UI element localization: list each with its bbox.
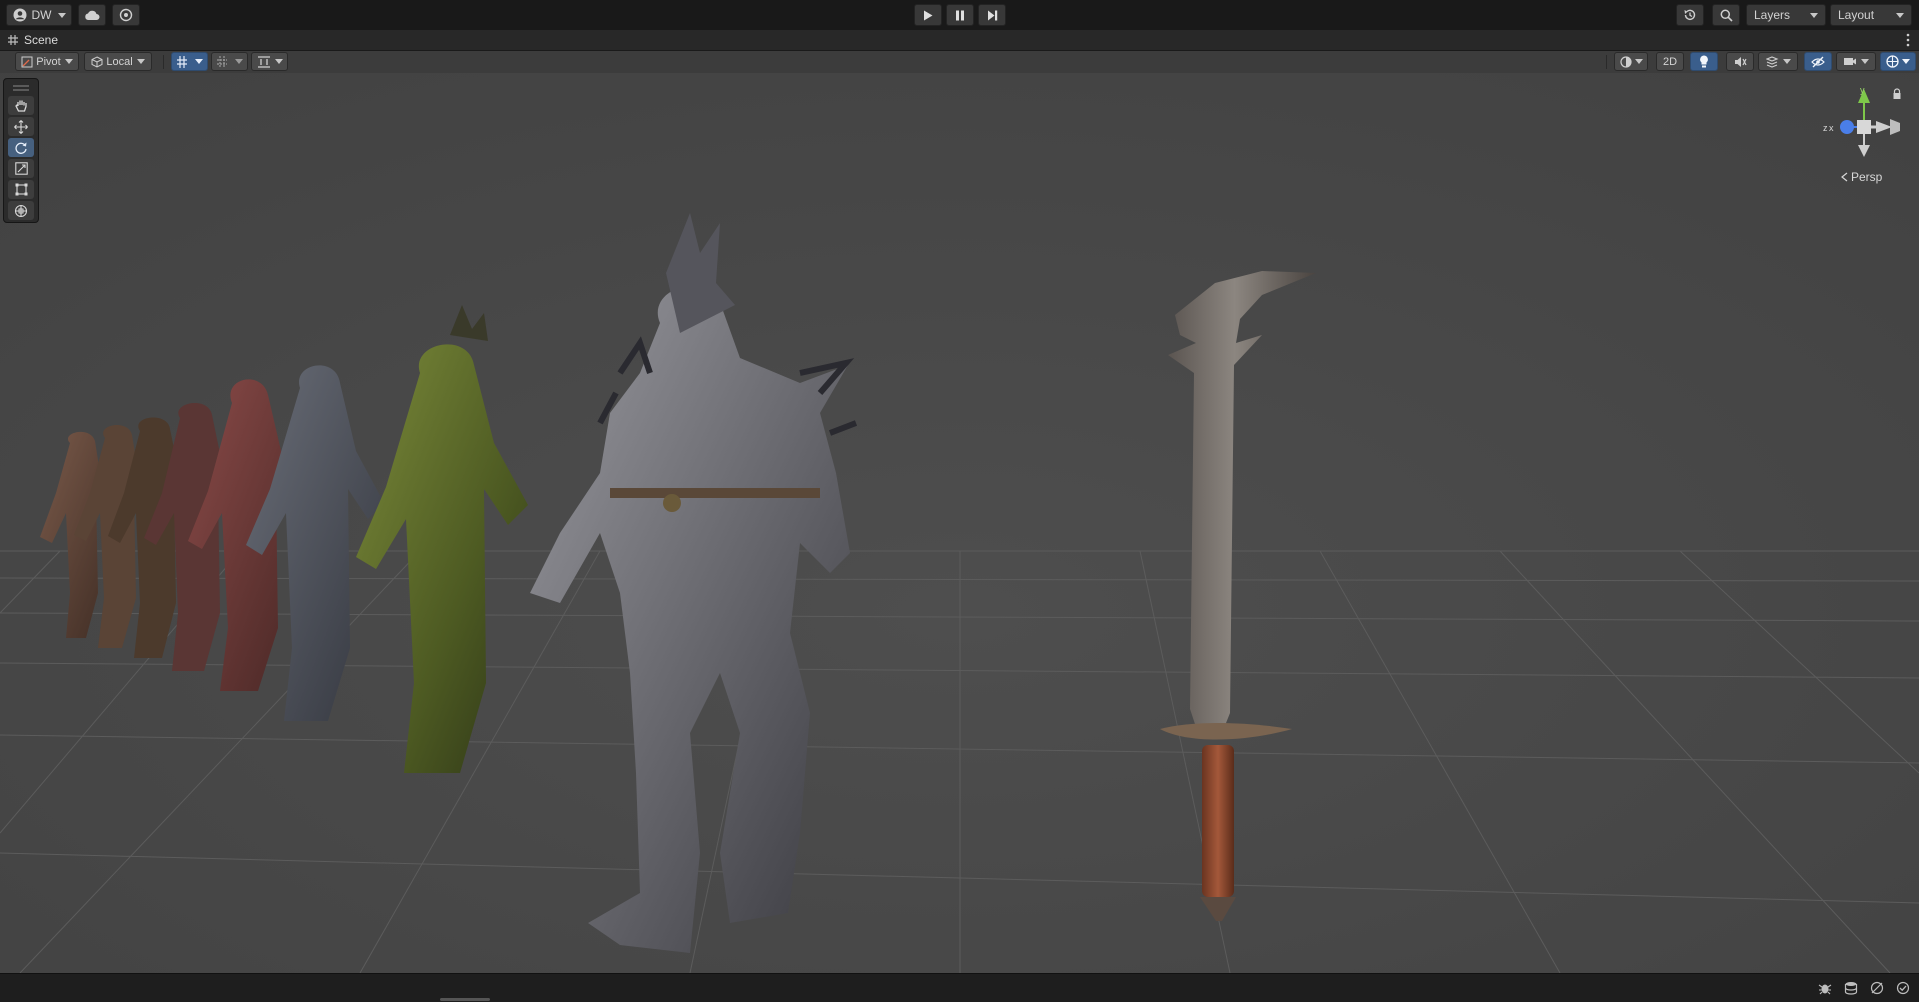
chevron-down-icon [1782,59,1791,64]
hand-tool-button[interactable] [8,96,34,115]
gizmos-dropdown[interactable] [1880,52,1916,71]
search-icon [1720,9,1733,22]
chevron-down-icon [274,59,283,64]
account-icon [13,8,26,22]
move-tool-icon [14,119,28,134]
axis-z-label: z [1823,123,1828,133]
mode-2d-label: 2D [1662,55,1678,68]
chevron-down-icon [234,59,243,64]
kebab-menu-icon[interactable] [1905,32,1911,48]
layout-dropdown[interactable]: Layout [1830,4,1912,26]
chevron-down-icon [1902,59,1910,64]
rect-tool-button[interactable] [8,180,34,199]
move-tool-button[interactable] [8,117,34,136]
chevron-down-icon [64,59,73,64]
mode-2d-button[interactable]: 2D [1656,52,1684,71]
layout-label: Layout [1838,8,1875,22]
chevron-down-icon [1810,12,1818,18]
chevron-down-icon [57,12,66,18]
collab-button[interactable] [112,4,140,26]
pivot-label: Pivot [36,55,61,68]
projection-toggle[interactable]: Persp [1840,170,1882,184]
chevron-down-icon [136,59,145,64]
search-button[interactable] [1712,4,1740,26]
tab-scene[interactable]: Scene [0,30,68,50]
layers-dropdown[interactable]: Layers [1746,4,1826,26]
camera-dropdown[interactable] [1836,52,1876,71]
tab-bar: Scene [0,30,1919,51]
hand-tool-icon [14,100,27,112]
gizmo-globe-icon [1886,55,1899,68]
play-icon [924,10,933,20]
pause-button[interactable] [946,4,974,26]
scene-toolbar: Pivot Local 2D [0,51,1919,74]
drag-handle-icon[interactable] [13,85,29,91]
axis-x-label: x [1829,123,1834,133]
account-dropdown[interactable]: DW [6,4,72,26]
history-button[interactable] [1676,4,1704,26]
grid-snap-icon [176,55,187,68]
scale-tool-icon [14,162,28,175]
database-icon[interactable] [1844,981,1858,995]
shading-mode-dropdown[interactable] [1614,52,1648,71]
tab-scene-label: Scene [24,33,59,47]
transform-tool-icon [14,204,28,217]
rotate-tool-icon [15,142,27,154]
play-button[interactable] [914,4,942,26]
chevron-down-icon [1861,59,1869,64]
chevron-down-icon [1896,12,1904,18]
scene-visibility-button[interactable] [1804,52,1832,71]
pivot-dropdown[interactable]: Pivot [15,52,79,71]
history-icon [1684,9,1696,21]
tools-overlay [3,78,39,223]
account-label: DW [31,8,52,22]
rect-tool-icon [15,183,27,196]
speaker-icon [1734,56,1747,67]
check-circle-icon[interactable] [1896,981,1910,995]
pivot-icon [21,56,33,67]
eye-slash-icon [1811,56,1825,67]
scale-tool-button[interactable] [8,159,34,178]
chevron-down-icon [194,59,203,64]
local-label: Local [106,55,133,68]
rotate-tool-button[interactable] [8,138,34,157]
step-button[interactable] [978,4,1006,26]
grid-toggle-button[interactable] [171,52,208,71]
local-cube-icon [91,55,103,68]
lightbulb-icon [1700,55,1708,68]
network-icon[interactable] [1870,981,1884,995]
lighting-toggle-button[interactable] [1690,52,1718,71]
grid-icon [8,35,18,45]
transform-tool-button[interactable] [8,201,34,220]
effects-dropdown[interactable] [1758,52,1798,71]
step-icon [987,10,997,20]
align-button[interactable] [251,52,288,71]
chevron-down-icon [1634,59,1643,64]
status-bar [0,973,1919,1002]
lock-icon[interactable] [1892,88,1902,100]
scene-viewport[interactable] [0,73,1919,973]
snap-increment-button[interactable] [211,52,248,71]
cloud-button[interactable] [78,4,106,26]
align-icon [257,55,270,68]
cloud-icon [85,10,100,20]
toolbar-divider [163,55,164,69]
snap-icon [216,55,227,68]
collab-icon [119,8,133,22]
effects-icon [1765,55,1778,68]
scene-render [0,73,1919,973]
camera-icon [1844,58,1856,65]
layers-label: Layers [1754,8,1791,22]
bug-icon[interactable] [1818,981,1832,995]
main-toolbar: DW Layers Layout [0,0,1919,30]
shading-sphere-icon [1619,55,1632,68]
projection-label: Persp [1851,170,1883,184]
local-dropdown[interactable]: Local [84,52,152,71]
pause-icon [956,10,964,20]
toolbar-divider [1606,55,1607,69]
chevron-left-icon [1841,172,1848,182]
audio-toggle-button[interactable] [1726,52,1754,71]
axis-y-label: y [1860,85,1865,95]
